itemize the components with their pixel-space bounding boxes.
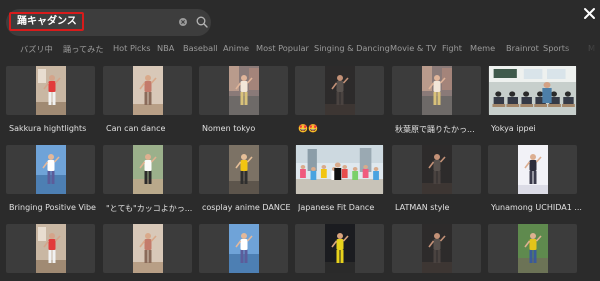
search-bar: 踊キャダンス — [6, 9, 211, 36]
video-card[interactable] — [103, 66, 192, 115]
tab-1[interactable]: 踊ってみた — [63, 43, 104, 55]
video-title[interactable]: Sakkura hightlights — [9, 124, 101, 133]
video-thumbnail — [36, 224, 66, 273]
tab-9[interactable]: Fight — [442, 43, 462, 53]
video-title[interactable]: Bringing Positive Vibe — [9, 203, 101, 212]
video-thumbnail — [422, 145, 452, 194]
video-thumbnail — [518, 224, 548, 273]
tab-0[interactable]: バズリ中 — [20, 43, 53, 55]
video-title[interactable]: Japanese Fit Dance — [298, 203, 390, 212]
video-title[interactable]: Yokya ippei — [491, 124, 583, 133]
tab-4[interactable]: Baseball — [183, 43, 218, 53]
tab-7[interactable]: Singing & Dancing — [314, 43, 390, 53]
video-card[interactable] — [103, 145, 192, 194]
clear-search-icon[interactable] — [179, 18, 187, 26]
video-thumbnail — [296, 145, 383, 194]
video-title[interactable]: Yunamong UCHIDA1 ... — [491, 203, 583, 212]
video-title[interactable]: Can can dance — [106, 124, 198, 133]
video-title[interactable]: Nomen tokyo — [202, 124, 294, 133]
video-title[interactable]: 🤩🤩 — [298, 124, 390, 133]
video-card[interactable] — [488, 145, 577, 194]
video-thumbnail — [422, 224, 452, 273]
video-thumbnail — [518, 145, 548, 194]
video-title[interactable]: "とても"カッコよかっ... — [106, 203, 198, 214]
tab-8[interactable]: Movie & TV — [390, 43, 436, 53]
video-thumbnail — [229, 145, 259, 194]
video-thumbnail — [422, 66, 452, 115]
video-card[interactable] — [199, 66, 288, 115]
video-card[interactable] — [488, 66, 577, 115]
search-icon[interactable] — [196, 16, 208, 28]
close-icon[interactable] — [583, 7, 596, 20]
video-thumbnail — [229, 224, 259, 273]
video-thumbnail — [325, 66, 355, 115]
category-tabs: バズリ中 踊ってみた Hot Picks NBA Baseball Anime Most P… — [0, 43, 600, 59]
video-card[interactable] — [295, 66, 384, 115]
video-card[interactable] — [6, 224, 95, 273]
video-card[interactable] — [392, 66, 481, 115]
video-card[interactable] — [6, 66, 95, 115]
search-input[interactable]: 踊キャダンス — [9, 12, 84, 31]
video-thumbnail — [325, 224, 355, 273]
tab-3[interactable]: NBA — [157, 43, 174, 53]
tabs-fade — [560, 40, 600, 62]
video-card[interactable] — [295, 145, 384, 194]
video-title[interactable]: LATMAN style — [395, 203, 487, 212]
video-thumbnail — [489, 66, 576, 115]
video-thumbnail — [133, 66, 163, 115]
video-thumbnail — [36, 66, 66, 115]
video-card[interactable] — [199, 224, 288, 273]
tab-5[interactable]: Anime — [223, 43, 249, 53]
video-title[interactable]: cosplay anime DANCE — [202, 203, 294, 212]
video-thumbnail — [229, 66, 259, 115]
video-card[interactable] — [199, 145, 288, 194]
video-card[interactable] — [103, 224, 192, 273]
video-card[interactable] — [6, 145, 95, 194]
video-card[interactable] — [392, 145, 481, 194]
tab-11[interactable]: Brainrot — [506, 43, 539, 53]
video-thumbnail — [133, 224, 163, 273]
video-card[interactable] — [488, 224, 577, 273]
video-thumbnail — [133, 145, 163, 194]
video-card[interactable] — [392, 224, 481, 273]
video-thumbnail — [36, 145, 66, 194]
tab-2[interactable]: Hot Picks — [113, 43, 151, 53]
video-title[interactable]: 秋葉原で踊りたかっ... — [395, 124, 487, 135]
tab-6[interactable]: Most Popular — [256, 43, 309, 53]
video-card[interactable] — [295, 224, 384, 273]
tab-10[interactable]: Meme — [470, 43, 495, 53]
